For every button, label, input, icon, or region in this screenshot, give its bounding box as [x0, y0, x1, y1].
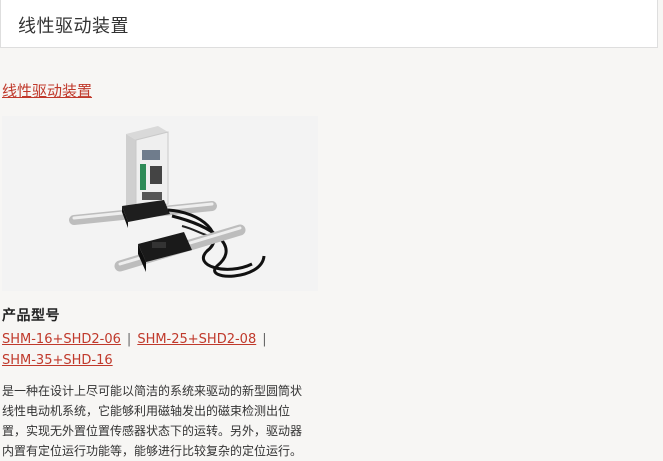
- models-row-1: SHM-16+SHD2-06 | SHM-25+SHD2-08 |: [2, 332, 302, 347]
- model-link-shm25[interactable]: SHM-25+SHD2-08: [137, 332, 256, 347]
- section-link[interactable]: 线性驱动装置: [2, 80, 92, 101]
- model-separator: |: [262, 332, 267, 347]
- model-link-shm16[interactable]: SHM-16+SHD2-06: [2, 332, 121, 347]
- model-separator: |: [126, 332, 132, 347]
- models-row-2: SHM-35+SHD-16: [2, 353, 302, 368]
- page-title: 线性驱动装置: [18, 16, 129, 37]
- page-header: 线性驱动装置: [0, 0, 658, 48]
- model-link-shm35[interactable]: SHM-35+SHD-16: [2, 353, 113, 368]
- models-heading: 产品型号: [2, 308, 60, 324]
- linear-actuator-photo: [69, 126, 266, 278]
- product-description: 是一种在设计上尽可能以简洁的系统来驱动的新型圆筒状线性电动机系统，它能够利用磁轴…: [2, 384, 303, 458]
- product-image[interactable]: [2, 116, 318, 291]
